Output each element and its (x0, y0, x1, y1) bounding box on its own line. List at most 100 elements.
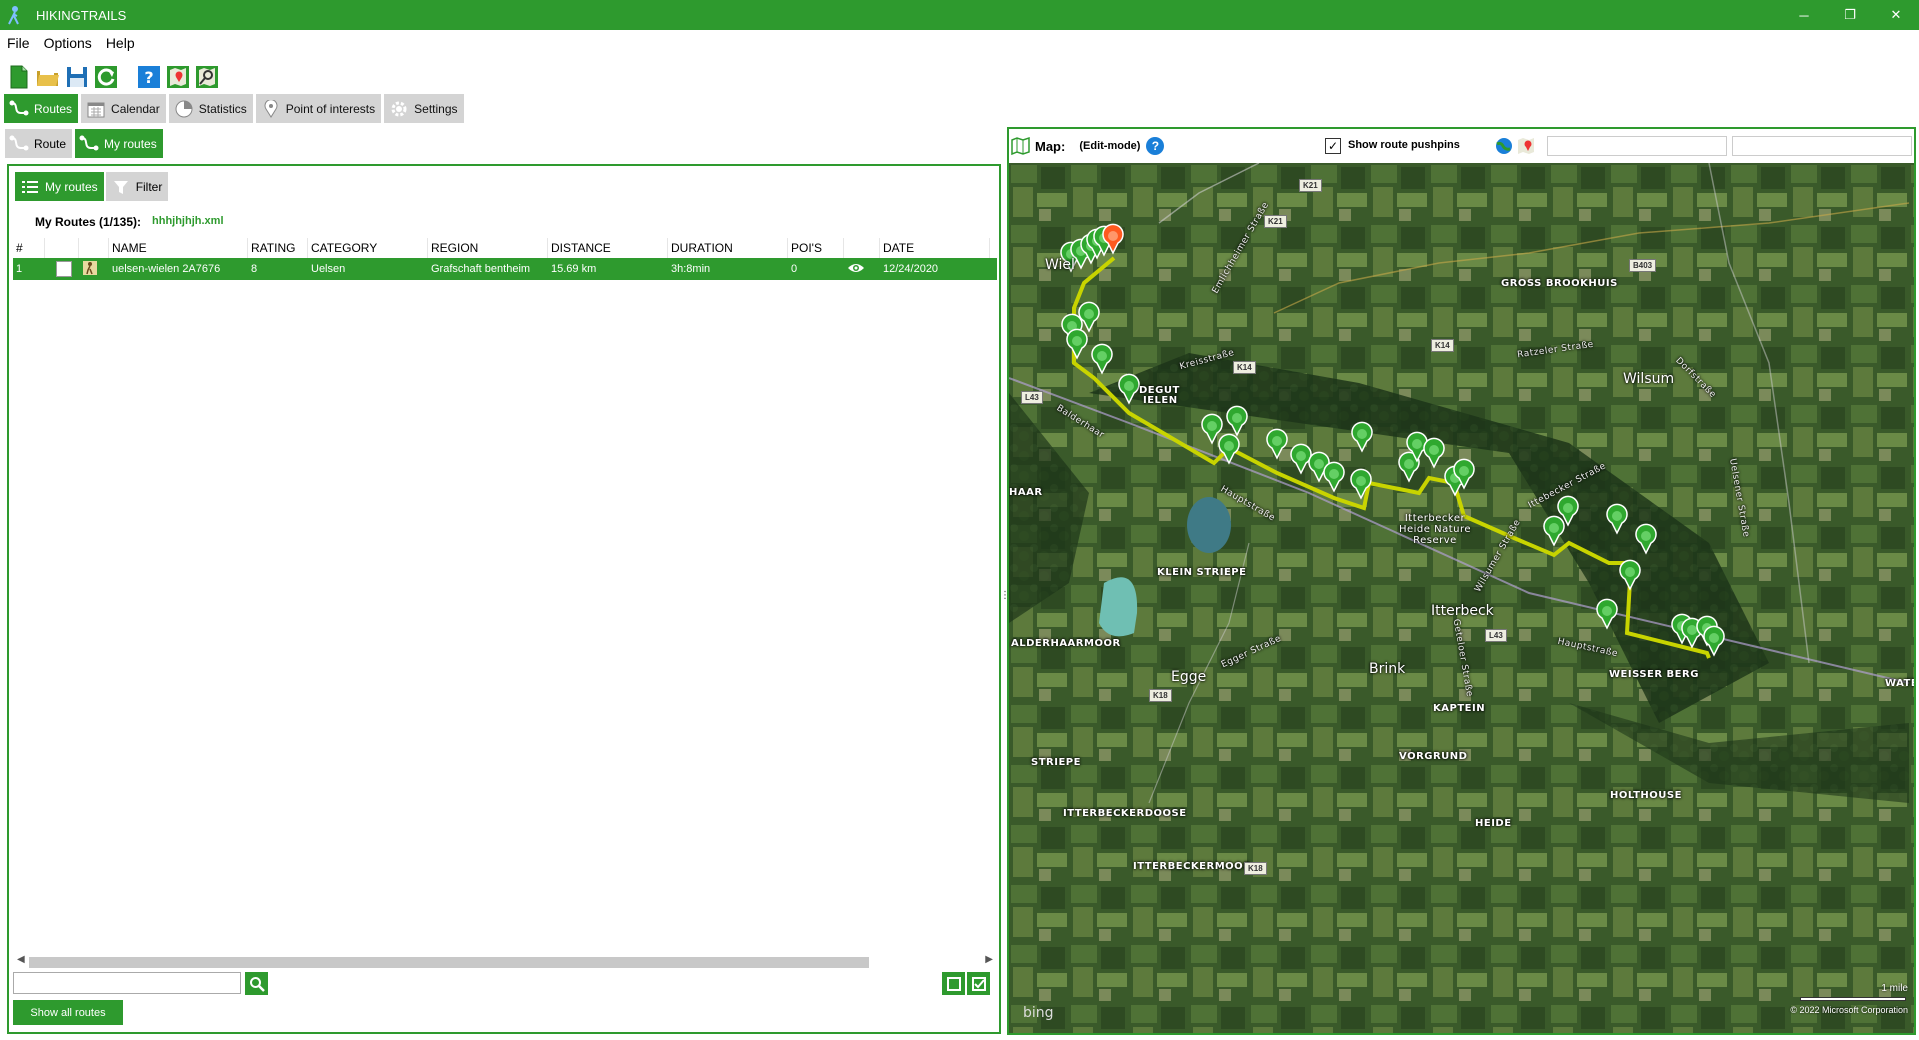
bing-logo: bing (1023, 1005, 1054, 1021)
road-shield: K14 (1431, 339, 1454, 352)
map-label-town: Brink (1369, 661, 1406, 677)
col-header-num[interactable]: # (13, 238, 45, 258)
search-button[interactable] (245, 972, 268, 995)
road-shield: K18 (1244, 862, 1267, 875)
menu-help[interactable]: Help (99, 35, 142, 51)
panel-splitter[interactable]: ⋮ (1000, 590, 1010, 604)
reserve-line: Reserve (1413, 535, 1457, 546)
show-pushpins-checkbox[interactable]: ✓ (1325, 138, 1341, 154)
horizontal-scrollbar[interactable]: ◀ ▶ (13, 952, 997, 968)
new-file-button[interactable] (6, 64, 31, 89)
map-location-input[interactable] (1732, 136, 1912, 156)
map-label-place: KLEIN STRIEPE (1157, 567, 1247, 578)
col-header-view[interactable] (844, 238, 880, 258)
col-header-icon[interactable] (79, 238, 109, 258)
open-folder-button[interactable] (35, 64, 60, 89)
list-title: My Routes (1/135): (35, 215, 142, 229)
hiker-app-icon (8, 6, 19, 25)
road-shield: K18 (1149, 689, 1172, 702)
map-label-place: KAPTEIN (1433, 703, 1486, 714)
map-panel: Map: (Edit-mode) ? ✓ Show route pushpins (1007, 127, 1916, 1035)
save-icon (66, 66, 87, 87)
scrollbar-thumb[interactable] (29, 957, 869, 968)
tab-my-routes-list[interactable]: My routes (15, 172, 104, 201)
refresh-button[interactable] (93, 64, 118, 89)
routes-panel: My routes Filter My Routes (1/135): hhhj… (7, 164, 1001, 1034)
map-canvas[interactable]: Wiel Wilsum Itterbeck Egge Brink GROSS B… (1009, 163, 1914, 1033)
list-icon (19, 176, 41, 198)
cell-num: 1 (16, 263, 23, 275)
col-header-check[interactable] (45, 238, 79, 258)
show-all-routes-button[interactable]: Show all routes (13, 1000, 123, 1025)
col-header-distance[interactable]: DISTANCE (548, 238, 668, 258)
tab-filter[interactable]: Filter (105, 172, 169, 201)
scroll-left-icon[interactable]: ◀ (17, 954, 25, 965)
tab-settings[interactable]: Settings (384, 94, 464, 123)
subtab-route[interactable]: Route (5, 129, 73, 158)
search-input[interactable] (13, 972, 241, 994)
col-header-rating[interactable]: RATING (248, 238, 308, 258)
select-all-button[interactable] (942, 972, 965, 995)
help-button[interactable]: ? (136, 64, 161, 89)
map-search-button[interactable] (194, 64, 219, 89)
road-shield: K14 (1233, 361, 1256, 374)
map-icon (1011, 136, 1030, 156)
pie-chart-icon (173, 98, 195, 120)
road-shield: K21 (1299, 179, 1322, 192)
list-tabs: My routes Filter (15, 172, 169, 201)
col-header-name[interactable]: NAME (109, 238, 248, 258)
map-header: Map: (Edit-mode) ? ✓ Show route pushpins (1009, 129, 1914, 163)
col-header-date[interactable]: DATE (880, 238, 990, 258)
menu-options[interactable]: Options (37, 35, 99, 51)
map-label-town: Egge (1171, 669, 1207, 685)
map-copyright: © 2022 Microsoft Corporation (1790, 1005, 1908, 1015)
save-button[interactable] (64, 64, 89, 89)
tab-label: Calendar (111, 101, 160, 116)
tab-label: Routes (34, 101, 73, 116)
col-header-pois[interactable]: POI'S (788, 238, 844, 258)
map-help-icon[interactable]: ? (1146, 137, 1165, 155)
close-button[interactable]: ✕ (1873, 0, 1919, 30)
main-tabs: Routes Calendar Statistics Point of inte… (4, 94, 464, 123)
road-shield: B403 (1629, 259, 1657, 272)
list-file-name[interactable]: hhhjhjhjh.xml (152, 215, 224, 227)
road-shield: L43 (1485, 629, 1507, 642)
map-button[interactable] (165, 64, 190, 89)
svg-text:?: ? (144, 68, 153, 87)
menu-file[interactable]: File (0, 35, 37, 51)
inner-tab-label: Filter (135, 179, 163, 194)
col-header-category[interactable]: CATEGORY (308, 238, 428, 258)
cell-region: Grafschaft bentheim (431, 263, 531, 275)
square-icon (946, 976, 961, 991)
subtab-my-routes[interactable]: My routes (75, 129, 163, 158)
tab-calendar[interactable]: Calendar (81, 94, 166, 123)
menu-bar: File Options Help (0, 32, 142, 54)
map-scale-label: 1 mile (1881, 983, 1908, 994)
cell-distance: 15.69 km (551, 263, 597, 275)
filter-icon (110, 176, 132, 198)
map-mode: (Edit-mode) (1079, 140, 1141, 152)
map-label-town: Wilsum (1623, 371, 1675, 387)
tab-routes[interactable]: Routes (4, 94, 79, 123)
pin-icon (260, 98, 282, 120)
map-label-place: HEIDE (1475, 818, 1512, 829)
restore-button[interactable]: ❐ (1827, 0, 1873, 30)
tab-point-of-interests[interactable]: Point of interests (255, 94, 382, 123)
map-label-place: ITTERBECKERDOOSE (1063, 808, 1187, 819)
eye-icon[interactable] (844, 262, 880, 277)
col-header-duration[interactable]: DURATION (668, 238, 788, 258)
cell-name: uelsen-wielen 2A7676 (112, 263, 221, 275)
scroll-right-icon[interactable]: ▶ (985, 954, 993, 965)
table-row[interactable]: 1 uelsen-wielen 2A7676 8 Uelsen Grafscha… (13, 258, 997, 280)
col-header-region[interactable]: REGION (428, 238, 548, 258)
map-search-input[interactable] (1547, 136, 1727, 156)
row-checkbox[interactable] (45, 261, 79, 277)
check-all-button[interactable] (967, 972, 990, 995)
refresh-icon (94, 65, 117, 88)
satellite-map[interactable] (1009, 163, 1914, 1033)
tab-statistics[interactable]: Statistics (168, 94, 253, 123)
globe-icon[interactable] (1495, 137, 1513, 155)
map-pin-icon[interactable] (1517, 137, 1535, 155)
checkbox-checked-icon (971, 976, 986, 991)
minimize-button[interactable]: ─ (1781, 0, 1827, 30)
